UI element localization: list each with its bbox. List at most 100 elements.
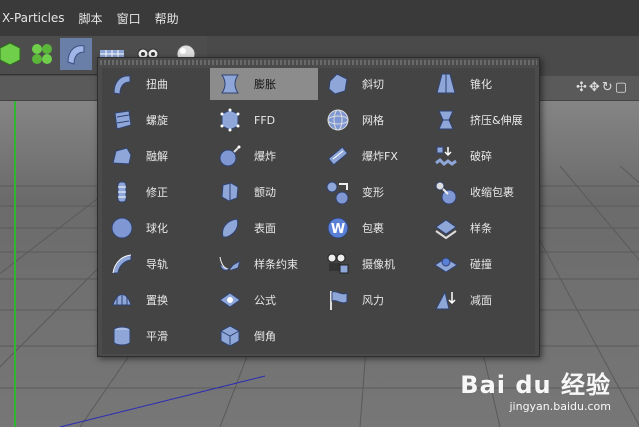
viewport-nav-icons[interactable]: ✣✥↻▢ — [576, 80, 629, 95]
svg-text:W: W — [331, 222, 345, 237]
menu-column-1: 扭曲 螺旋 融解 修正 球化 导轨 置换 平滑 — [102, 68, 211, 354]
menu-item-twist[interactable]: 螺旋 — [102, 104, 211, 136]
mesh-icon — [324, 106, 352, 134]
menu-item-label: 样条 — [470, 222, 492, 235]
taper-icon — [432, 70, 460, 98]
menu-item-mesh[interactable]: 网格 — [318, 104, 427, 136]
menu-bar: X-Particles 脚本 窗口 帮助 — [0, 0, 639, 36]
menu-item-shear[interactable]: 斜切 — [318, 68, 427, 100]
collision-icon — [432, 250, 460, 278]
spline-icon — [432, 214, 460, 242]
polygon-reduction-icon — [432, 286, 460, 314]
menu-item-shatter[interactable]: 破碎 — [426, 140, 535, 172]
menu-item-label: 包裹 — [362, 222, 384, 235]
menu-column-3: 斜切 网格 爆炸FX 变形 W 包裹 摄像机 风力 — [318, 68, 427, 354]
menu-item-camera-deformer[interactable]: 摄像机 — [318, 248, 427, 280]
menu-item-squash-stretch[interactable]: 挤压&伸展 — [426, 104, 535, 136]
rail-icon — [108, 250, 136, 278]
shatter-icon — [432, 142, 460, 170]
correction-icon — [108, 178, 136, 206]
menu-script[interactable]: 脚本 — [72, 10, 110, 27]
menu-xparticles[interactable]: X-Particles — [0, 11, 72, 25]
menu-item-bevel[interactable]: 倒角 — [210, 320, 319, 352]
menu-item-label: 破碎 — [470, 150, 492, 163]
menu-item-spline[interactable]: 样条 — [426, 212, 535, 244]
bevel-icon — [216, 322, 244, 350]
menu-item-spline-wrap[interactable]: 样条约束 — [210, 248, 319, 280]
bulge-icon — [216, 70, 244, 98]
menu-item-label: 爆炸FX — [362, 150, 398, 163]
menu-item-label: 球化 — [146, 222, 168, 235]
menu-item-wind[interactable]: 风力 — [318, 284, 427, 316]
cloner-icon[interactable] — [26, 38, 58, 70]
menu-item-label: 样条约束 — [254, 258, 298, 271]
menu-item-label: 置换 — [146, 294, 168, 307]
shear-icon — [324, 70, 352, 98]
ffd-icon — [216, 106, 244, 134]
menu-item-label: 收缩包裹 — [470, 186, 514, 199]
twist-icon — [108, 106, 136, 134]
displacer-icon — [108, 286, 136, 314]
menu-item-wrap[interactable]: W 包裹 — [318, 212, 427, 244]
deformer-menu: 扭曲 螺旋 融解 修正 球化 导轨 置换 平滑 膨胀 FFD 爆炸 颤动 表面 … — [97, 57, 540, 357]
menu-item-label: 导轨 — [146, 258, 168, 271]
menu-item-label: 颤动 — [254, 186, 276, 199]
menu-item-label: 修正 — [146, 186, 168, 199]
smoothing-icon — [108, 322, 136, 350]
wrap-icon: W — [324, 214, 352, 242]
menu-item-formula[interactable]: 公式 — [210, 284, 319, 316]
watermark-url: jingyan.baidu.com — [509, 400, 611, 413]
object-icon[interactable] — [0, 38, 26, 70]
menu-item-correction[interactable]: 修正 — [102, 176, 211, 208]
menu-item-label: 网格 — [362, 114, 384, 127]
menu-item-label: 融解 — [146, 150, 168, 163]
menu-item-explosion[interactable]: 爆炸 — [210, 140, 319, 172]
formula-icon — [216, 286, 244, 314]
menu-item-shrink-wrap[interactable]: 收缩包裹 — [426, 176, 535, 208]
explosion-icon — [216, 142, 244, 170]
watermark-brand: Bai du 经验 — [460, 371, 611, 399]
spline-wrap-icon — [216, 250, 244, 278]
shrink-wrap-icon — [432, 178, 460, 206]
menu-item-ffd[interactable]: FFD — [210, 104, 319, 136]
menu-item-label: 膨胀 — [254, 78, 276, 91]
menu-item-label: 风力 — [362, 294, 384, 307]
morph-icon — [324, 178, 352, 206]
watermark: Bai du 经验 jingyan.baidu.com — [460, 365, 611, 413]
menu-item-bend[interactable]: 扭曲 — [102, 68, 211, 100]
menu-item-surface[interactable]: 表面 — [210, 212, 319, 244]
menu-item-label: 减面 — [470, 294, 492, 307]
menu-item-label: 爆炸 — [254, 150, 276, 163]
menu-help[interactable]: 帮助 — [148, 10, 186, 27]
menu-item-rail[interactable]: 导轨 — [102, 248, 211, 280]
menu-item-collision[interactable]: 碰撞 — [426, 248, 535, 280]
surface-icon — [216, 214, 244, 242]
menu-item-displacer[interactable]: 置换 — [102, 284, 211, 316]
menu-item-label: 摄像机 — [362, 258, 395, 271]
menu-item-melt[interactable]: 融解 — [102, 140, 211, 172]
menu-item-spherify[interactable]: 球化 — [102, 212, 211, 244]
melt-icon — [108, 142, 136, 170]
bend-icon — [108, 70, 136, 98]
menu-window[interactable]: 窗口 — [110, 10, 148, 27]
menu-item-label: 倒角 — [254, 330, 276, 343]
menu-item-label: 平滑 — [146, 330, 168, 343]
menu-item-smoothing[interactable]: 平滑 — [102, 320, 211, 352]
deformer-icon[interactable] — [60, 38, 92, 70]
menu-item-label: 挤压&伸展 — [470, 114, 523, 127]
menu-item-morph[interactable]: 变形 — [318, 176, 427, 208]
menu-item-jiggle[interactable]: 颤动 — [210, 176, 319, 208]
jiggle-icon — [216, 178, 244, 206]
explosion-fx-icon — [324, 142, 352, 170]
menu-item-label: 斜切 — [362, 78, 384, 91]
menu-item-label: 螺旋 — [146, 114, 168, 127]
menu-item-label: 扭曲 — [146, 78, 168, 91]
menu-item-label: FFD — [254, 113, 276, 127]
menu-item-polygon-reduction[interactable]: 减面 — [426, 284, 535, 316]
menu-item-explosion-fx[interactable]: 爆炸FX — [318, 140, 427, 172]
menu-item-label: 碰撞 — [470, 258, 492, 271]
menu-item-taper[interactable]: 锥化 — [426, 68, 535, 100]
menu-item-bulge[interactable]: 膨胀 — [210, 68, 319, 100]
wind-icon — [324, 286, 352, 314]
menu-grip[interactable] — [100, 60, 537, 65]
